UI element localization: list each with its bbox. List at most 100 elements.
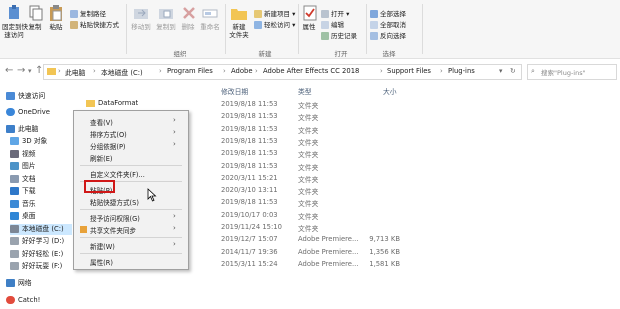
group-separator: [225, 4, 226, 54]
paste-shortcut-icon: [70, 21, 78, 29]
open-icon: [321, 10, 329, 18]
new-folder-button[interactable]: 新建 文件夹: [228, 4, 250, 39]
file-date: 2019/8/18 11:53: [221, 125, 278, 133]
open-button[interactable]: 打开 ▾: [321, 10, 349, 18]
breadcrumb-support-files[interactable]: Support Files: [387, 67, 431, 75]
column-header-date[interactable]: 修改日期: [221, 86, 248, 96]
crumb-separator-icon: ›: [223, 67, 226, 75]
copy-button[interactable]: 复制: [27, 4, 43, 31]
file-date: 2015/3/11 15:24: [221, 260, 278, 268]
nav-3d-objects[interactable]: 3D 对象: [10, 136, 47, 147]
nav-quick-access[interactable]: 快速访问: [6, 91, 45, 102]
breadcrumb-adobe[interactable]: Adobe: [231, 67, 253, 75]
menu-item-view[interactable]: 查看(V): [90, 117, 113, 127]
submenu-arrow-icon: ›: [173, 140, 176, 148]
select-none-button[interactable]: 全部取消: [370, 21, 406, 29]
copy-to-button[interactable]: 复制到: [155, 4, 177, 31]
edit-button[interactable]: 编辑: [321, 21, 344, 29]
recent-chevron-icon[interactable]: ▾: [28, 67, 32, 75]
nav-drive-e[interactable]: 好好轻松 (E:): [10, 249, 63, 260]
nav-onedrive[interactable]: OneDrive: [6, 107, 50, 118]
file-type: 文件夹: [298, 151, 319, 159]
nav-this-pc[interactable]: 此电脑: [6, 124, 38, 135]
nav-music[interactable]: 音乐: [10, 199, 36, 210]
back-arrow-icon[interactable]: ←: [5, 65, 13, 76]
refresh-icon[interactable]: ↻: [510, 67, 516, 75]
breadcrumb-plug-ins[interactable]: Plug-ins: [448, 67, 475, 75]
nav-catch[interactable]: Catch!: [6, 295, 40, 306]
organize-group-label: 组织: [173, 50, 187, 58]
menu-item-customize-folder[interactable]: 自定义文件夹(F)...: [90, 169, 145, 179]
forward-arrow-icon[interactable]: →: [17, 65, 25, 76]
nav-desktop[interactable]: 桌面: [10, 211, 36, 222]
computer-icon: [6, 125, 15, 133]
file-type: Adobe Premiere...: [298, 235, 359, 243]
file-date: 2019/10/17 0:03: [221, 211, 278, 219]
file-type: 文件夹: [298, 200, 319, 208]
nav-pictures[interactable]: 图片: [10, 161, 36, 172]
pin-quick-access-button[interactable]: 固定到快 速访问: [2, 4, 28, 39]
breadcrumb-after-effects[interactable]: Adobe After Effects CC 2018: [263, 67, 359, 75]
easy-access-icon: [254, 21, 262, 29]
menu-item-share-sync[interactable]: 共享文件夹同步: [90, 225, 136, 235]
new-item-button[interactable]: 新建项目 ▾: [254, 10, 295, 18]
copy-path-button[interactable]: 复制路径: [70, 10, 106, 18]
menu-item-new[interactable]: 新建(W): [90, 241, 115, 251]
properties-button[interactable]: 属性: [301, 4, 317, 31]
breadcrumb-c-drive[interactable]: 本地磁盘 (C:): [101, 67, 143, 77]
file-type: 文件夹: [298, 176, 319, 184]
nav-drive-d[interactable]: 好好学习 (D:): [10, 236, 64, 247]
file-date: 2014/11/7 19:36: [221, 248, 278, 256]
submenu-arrow-icon: ›: [173, 224, 176, 232]
crumb-separator-icon: ›: [380, 67, 383, 75]
nav-network[interactable]: 网络: [6, 278, 32, 289]
file-size: 9,713 KB: [369, 235, 400, 243]
edit-icon: [321, 21, 329, 29]
address-bar[interactable]: › 此电脑 › 本地磁盘 (C:) › Program Files › Adob…: [43, 64, 522, 80]
column-header-type[interactable]: 类型: [298, 86, 312, 96]
move-to-button[interactable]: 移动到: [130, 4, 152, 31]
menu-item-sort[interactable]: 排序方式(O): [90, 129, 127, 139]
search-field[interactable]: ⌕ 搜索"Plug-ins": [527, 64, 617, 80]
drive-icon: [10, 250, 19, 258]
easy-access-button[interactable]: 轻松访问 ▾: [254, 21, 295, 29]
menu-separator: [80, 209, 182, 210]
paste-button[interactable]: 粘贴: [46, 4, 66, 31]
delete-button[interactable]: 删除: [180, 4, 196, 31]
breadcrumb-program-files[interactable]: Program Files: [167, 67, 213, 75]
select-all-button[interactable]: 全部选择: [370, 10, 406, 18]
copy-folder-icon: [157, 4, 175, 22]
folder-icon: [86, 99, 95, 107]
address-dropdown-icon[interactable]: ▾: [499, 67, 502, 75]
group-separator: [366, 4, 367, 54]
menu-item-refresh[interactable]: 刷新(E): [90, 153, 113, 163]
group-separator: [126, 4, 127, 54]
group-separator: [422, 4, 423, 54]
breadcrumb-this-pc[interactable]: 此电脑: [65, 67, 85, 77]
menu-item-properties[interactable]: 属性(R): [90, 257, 113, 267]
submenu-arrow-icon: ›: [173, 240, 176, 248]
file-row-dataformat[interactable]: DataFormat: [86, 99, 138, 107]
copy-path-icon: [70, 10, 78, 18]
submenu-arrow-icon: ›: [173, 116, 176, 124]
file-date: 2019/8/18 11:53: [221, 100, 278, 108]
cloud-icon: [6, 108, 15, 116]
catch-icon: [6, 296, 15, 304]
menu-item-group[interactable]: 分组依据(P): [90, 141, 126, 151]
menu-item-grant-access[interactable]: 授予访问权限(G): [90, 213, 140, 223]
nav-videos[interactable]: 视频: [10, 149, 36, 160]
history-button[interactable]: 历史记录: [321, 32, 357, 40]
nav-local-disk-c[interactable]: 本地磁盘 (C:): [10, 224, 72, 235]
nav-drive-f[interactable]: 好好玩耍 (F:): [10, 261, 62, 272]
file-type: 文件夹: [298, 102, 319, 110]
nav-documents[interactable]: 文档: [10, 174, 36, 185]
file-date: 2020/3/11 15:21: [221, 174, 278, 182]
column-header-size[interactable]: 大小: [383, 86, 397, 96]
paste-highlight-box: [84, 180, 115, 193]
select-all-icon: [370, 10, 378, 18]
menu-item-paste-shortcut[interactable]: 粘贴快捷方式(S): [90, 197, 139, 207]
paste-shortcut-button[interactable]: 粘贴快捷方式: [70, 21, 119, 29]
invert-selection-button[interactable]: 反向选择: [370, 32, 406, 40]
nav-downloads[interactable]: 下载: [10, 186, 36, 197]
rename-button[interactable]: 重命名: [199, 4, 221, 31]
